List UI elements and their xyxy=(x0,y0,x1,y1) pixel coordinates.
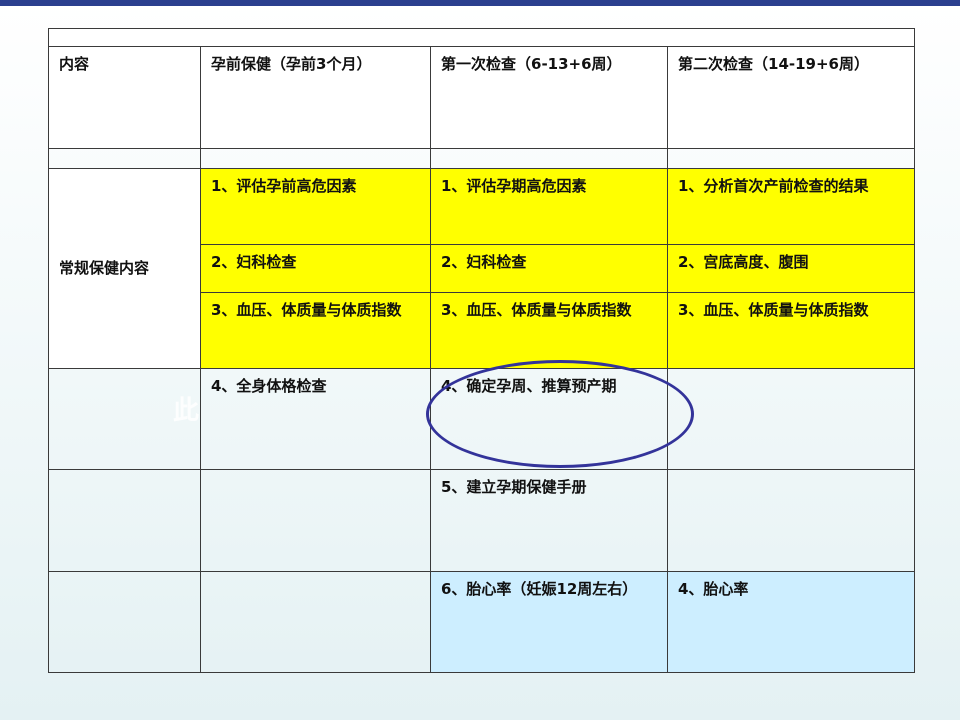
table-cell xyxy=(48,571,201,673)
table-cell xyxy=(48,469,201,572)
ghost-text: 此 xyxy=(173,396,200,426)
table-cell xyxy=(200,469,431,572)
spacer-cell xyxy=(48,148,201,169)
table-row: 6、胎心率（妊娠12周左右） 4、胎心率 xyxy=(48,571,915,673)
table-spacer-row-top xyxy=(48,28,915,47)
table-cell: 4、胎心率 xyxy=(667,571,915,673)
table-row: 5、建立孕期保健手册 xyxy=(48,469,915,572)
spacer-cell xyxy=(430,148,668,169)
header-pre-pregnancy: 孕前保健（孕前3个月） xyxy=(200,46,431,149)
spacer-cell xyxy=(200,148,431,169)
table-cell xyxy=(667,469,915,572)
table-row: 常规保健内容 1、评估孕前高危因素 1、评估孕期高危因素 1、分析首次产前检查的… xyxy=(48,168,915,369)
table-cell: 2、宫底高度、腹围 xyxy=(667,244,915,293)
table-cell xyxy=(200,571,431,673)
header-first-exam: 第一次检查（6-13+6周） xyxy=(430,46,668,149)
table-cell: 5、建立孕期保健手册 xyxy=(430,469,668,572)
table-cell xyxy=(667,368,915,470)
header-second-exam: 第二次检查（14-19+6周） xyxy=(667,46,915,149)
table-cell: 4、全身体格检查 xyxy=(200,368,431,470)
table-header-row: 内容 孕前保健（孕前3个月） 第一次检查（6-13+6周） 第二次检查（14-1… xyxy=(48,46,915,149)
spacer-cell xyxy=(48,28,915,47)
table-cell: 1、评估孕前高危因素 xyxy=(200,168,431,245)
ghost-text: 因 xyxy=(173,328,200,358)
table-cell: 3、血压、体质量与体质指数 xyxy=(667,292,915,369)
table-cell: 2、妇科检查 xyxy=(200,244,431,293)
table-cell: 2、妇科检查 xyxy=(430,244,668,293)
top-accent-bar xyxy=(0,0,960,6)
table-cell: 4、确定孕周、推算预产期 xyxy=(430,368,668,470)
table-cell: 1、分析首次产前检查的结果 xyxy=(667,168,915,245)
spacer-cell xyxy=(667,148,915,169)
table-spacer-row xyxy=(48,148,915,169)
table-cell: 3、血压、体质量与体质指数 xyxy=(200,292,431,369)
table-cell: 1、评估孕期高危因素 xyxy=(430,168,668,245)
table-cell: 6、胎心率（妊娠12周左右） xyxy=(430,571,668,673)
table-cell: 3、血压、体质量与体质指数 xyxy=(430,292,668,369)
header-content: 内容 xyxy=(48,46,201,149)
